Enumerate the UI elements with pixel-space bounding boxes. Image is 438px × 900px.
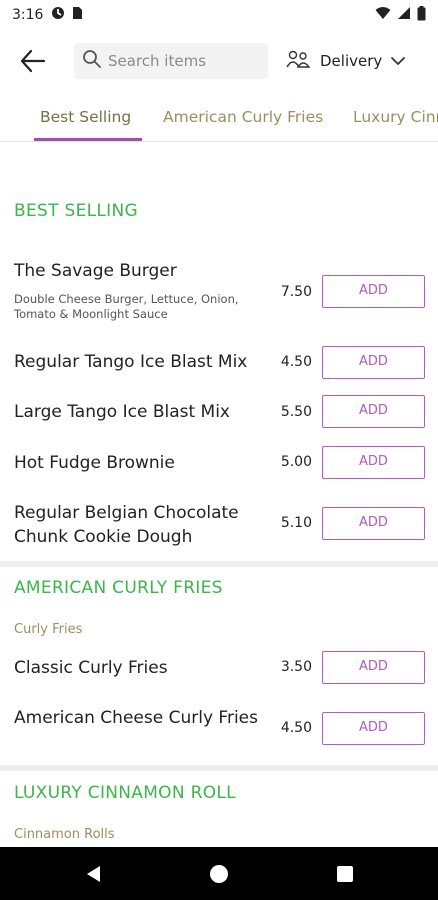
back-arrow-icon[interactable] — [18, 48, 48, 74]
status-bar: 3:16 — [0, 0, 438, 30]
delivery-selector[interactable]: Delivery — [284, 44, 406, 78]
item-description: Double Cheese Burger, Lettuce, Onion, To… — [14, 292, 239, 321]
item-price: 4.50 — [280, 720, 312, 736]
add-button[interactable]: ADD — [322, 395, 425, 428]
data-saver-icon — [51, 6, 65, 24]
sim-card-icon — [71, 6, 83, 24]
item-price: 5.00 — [280, 454, 312, 470]
item-name: Hot Fudge Brownie — [14, 453, 175, 473]
nav-home-icon[interactable] — [210, 865, 228, 883]
wifi-icon — [375, 6, 391, 24]
add-button[interactable]: ADD — [322, 346, 425, 379]
item-name: Regular Tango Ice Blast Mix — [14, 352, 248, 372]
nav-back-icon[interactable] — [84, 864, 104, 884]
section-subtitle: Curly Fries — [14, 622, 83, 637]
nav-recents-icon[interactable] — [337, 866, 353, 882]
add-button[interactable]: ADD — [322, 446, 425, 479]
add-button[interactable]: ADD — [322, 275, 425, 308]
section-title-best-selling: BEST SELLING — [14, 201, 138, 221]
search-icon — [82, 49, 102, 73]
item-name: Large Tango Ice Blast Mix — [14, 402, 230, 422]
tab-american-curly-fries[interactable]: American Curly Fries — [163, 96, 323, 141]
item-name: Regular Belgian Chocolate Chunk Cookie D… — [14, 503, 239, 547]
tab-luxury-cinnamon-roll[interactable]: Luxury Cinnamon Roll — [353, 96, 438, 141]
tab-best-selling[interactable]: Best Selling — [40, 96, 131, 141]
item-name: Classic Curly Fries — [14, 658, 168, 678]
item-price: 5.10 — [280, 515, 312, 531]
delivery-people-icon — [284, 49, 312, 73]
item-price: 3.50 — [280, 659, 312, 675]
delivery-label: Delivery — [320, 52, 383, 70]
category-tabs: Best Selling American Curly Fries Luxury… — [0, 96, 438, 142]
item-price: 5.50 — [280, 404, 312, 420]
section-title-luxury-cinnamon-roll: LUXURY CINNAMON ROLL — [14, 783, 236, 803]
battery-icon — [417, 5, 426, 25]
active-tab-indicator — [34, 138, 142, 141]
search-input[interactable] — [108, 52, 258, 70]
system-nav-bar — [0, 847, 438, 900]
chevron-down-icon — [390, 52, 406, 70]
top-bar: Delivery — [0, 36, 438, 86]
section-divider — [0, 765, 438, 771]
item-name: The Savage Burger — [14, 261, 177, 281]
item-price: 7.50 — [280, 284, 312, 300]
add-button[interactable]: ADD — [322, 507, 425, 540]
search-box[interactable] — [74, 43, 268, 79]
menu-list[interactable]: BEST SELLING The Savage Burger Double Ch… — [0, 143, 438, 847]
status-time: 3:16 — [12, 7, 44, 23]
cellular-signal-icon — [397, 6, 411, 24]
item-price: 4.50 — [280, 354, 312, 370]
add-button[interactable]: ADD — [322, 651, 425, 684]
add-button[interactable]: ADD — [322, 712, 425, 745]
section-divider — [0, 561, 438, 567]
item-name: American Cheese Curly Fries — [14, 708, 258, 728]
section-subtitle: Cinnamon Rolls — [14, 827, 115, 842]
section-title-american-curly-fries: AMERICAN CURLY FRIES — [14, 578, 223, 598]
